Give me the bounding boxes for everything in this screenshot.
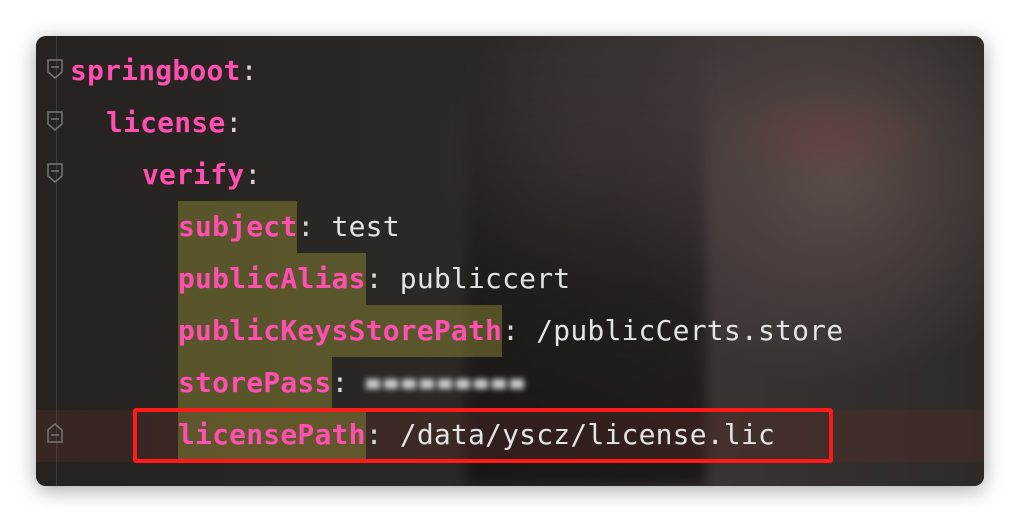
yaml-key: springboot	[70, 54, 241, 87]
yaml-colon: :	[502, 314, 520, 347]
yaml-key: publicAlias	[178, 253, 366, 305]
yaml-key: subject	[178, 201, 298, 253]
yaml-colon: :	[297, 210, 315, 243]
code-line: publicAlias: publiccert	[178, 253, 570, 305]
fold-marker-icon[interactable]	[46, 110, 64, 132]
gutter-guide	[56, 36, 57, 486]
yaml-key: storePass	[178, 357, 332, 409]
yaml-colon: :	[240, 54, 258, 87]
yaml-colon: :	[244, 158, 262, 191]
yaml-colon: :	[331, 366, 349, 399]
fold-end-marker-icon[interactable]	[46, 422, 64, 444]
yaml-colon: :	[225, 106, 243, 139]
yaml-key: license	[106, 106, 226, 139]
yaml-value: publiccert	[382, 262, 571, 295]
code-line: license:	[106, 97, 242, 149]
code-line: storePass:	[178, 357, 528, 409]
code-line: subject: test	[178, 201, 400, 253]
obscured-value	[365, 357, 528, 409]
fold-marker-icon[interactable]	[46, 162, 64, 184]
yaml-value: test	[314, 210, 400, 243]
code-line: verify:	[142, 149, 261, 201]
yaml-key: publicKeysStorePath	[178, 305, 503, 357]
fold-marker-icon[interactable]	[46, 58, 64, 80]
annotation-highlight-box	[133, 408, 833, 463]
code-line: springboot:	[70, 45, 258, 97]
yaml-colon: :	[365, 262, 383, 295]
code-editor-window: springboot: license: verify: subject: te…	[36, 36, 984, 486]
code-line: publicKeysStorePath: /publicCerts.store	[178, 305, 843, 357]
yaml-key: verify	[142, 158, 245, 191]
yaml-value: /publicCerts.store	[519, 314, 844, 347]
